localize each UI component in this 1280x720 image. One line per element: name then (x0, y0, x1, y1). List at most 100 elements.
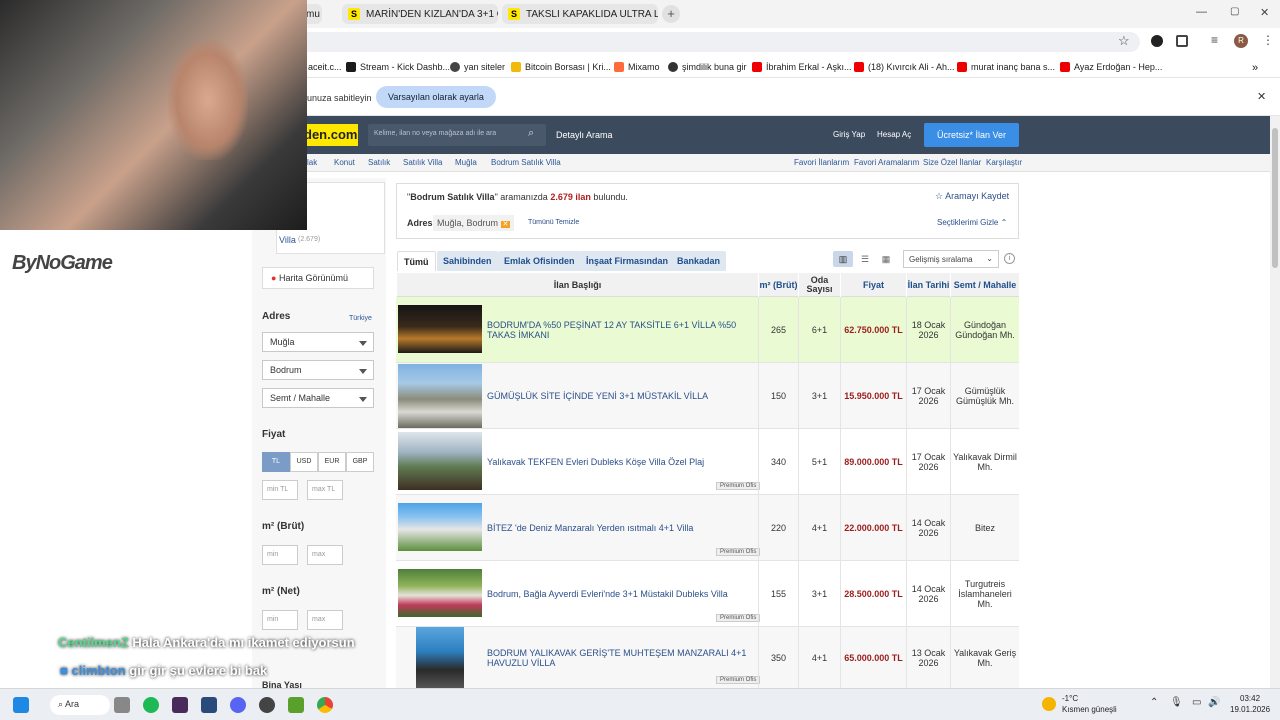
breadcrumb-item[interactable]: Satılık Villa (403, 158, 442, 167)
currency-tl[interactable]: TL (262, 452, 290, 472)
column-location[interactable]: Semt / Mahalle (950, 273, 1019, 297)
menu-icon[interactable]: ⋮ (1262, 33, 1274, 47)
windows-start-icon[interactable] (13, 697, 29, 713)
post-ad-button[interactable]: Ücretsiz* İlan Ver (924, 123, 1019, 147)
min-price-input[interactable]: min TL (262, 480, 298, 500)
puzzle-icon[interactable] (1176, 35, 1188, 47)
window-close-button[interactable]: ✕ (1260, 6, 1269, 19)
close-icon[interactable]: ✕ (500, 221, 511, 228)
browser-tab[interactable]: SMARİN'DEN KIZLAN'DA 3+1 Ö✕ (342, 4, 498, 24)
set-default-button[interactable]: Varsayılan olarak ayarla (376, 86, 496, 108)
bookmark[interactable]: Stream - Kick Dashb... (346, 62, 450, 72)
listing-thumbnail[interactable] (398, 432, 482, 490)
map-view-button[interactable]: ● Harita Görünümü (262, 267, 374, 289)
tab-agency[interactable]: Emlak Ofisinden (498, 251, 581, 271)
bookmark[interactable]: murat inanç bana s... (957, 62, 1055, 72)
bookmark[interactable]: Ayaz Erdoğan - Hep... (1060, 62, 1162, 72)
min-m2-gross-input[interactable]: min (262, 545, 298, 565)
grid-view-icon[interactable]: ▦ (878, 251, 894, 267)
page-scrollbar[interactable] (1270, 116, 1280, 688)
breadcrumb-item[interactable]: Konut (334, 158, 355, 167)
search-input[interactable]: Kelime, ilan no veya mağaza adı ile ara … (368, 124, 546, 146)
info-icon[interactable]: i (1004, 253, 1015, 264)
breadcrumb-item[interactable]: Bodrum Satılık Villa (491, 158, 561, 167)
save-search-button[interactable]: ☆ Aramayı Kaydet (935, 191, 1009, 202)
maximize-button[interactable]: ▢ (1230, 6, 1239, 17)
table-row[interactable]: BİTEZ 'de Deniz Manzaralı Yerden ısıtmal… (396, 495, 1019, 561)
column-m2[interactable]: m² (Brüt) (758, 273, 798, 297)
register-link[interactable]: Hesap Aç (877, 130, 911, 139)
listing-title[interactable]: GÜMÜŞLÜK SİTE İÇİNDE YENİ 3+1 MÜSTAKİL V… (487, 363, 757, 429)
bookmark[interactable]: şimdilik buna gir (668, 62, 747, 72)
table-row[interactable]: Yalıkavak TEKFEN Evleri Dubleks Köşe Vil… (396, 429, 1019, 495)
table-view-icon[interactable]: ☰ (857, 251, 873, 267)
close-icon[interactable]: ✕ (1257, 90, 1266, 103)
login-link[interactable]: Giriş Yap (833, 130, 865, 139)
column-rooms[interactable]: Oda Sayısı (798, 273, 840, 297)
bookmark[interactable]: İbrahim Erkal - Aşkı... (752, 62, 852, 72)
new-tab-button[interactable]: + (662, 5, 680, 23)
max-m2-gross-input[interactable]: max (307, 545, 343, 565)
breadcrumb-item[interactable]: lak (307, 158, 317, 167)
max-price-input[interactable]: max TL (307, 480, 343, 500)
app-icon[interactable] (288, 697, 304, 713)
column-title[interactable]: İlan Başlığı (396, 273, 758, 297)
chrome-icon[interactable] (317, 697, 333, 713)
neighborhood-select[interactable]: Semt / Mahalle (262, 388, 374, 408)
kick-icon[interactable] (172, 697, 188, 713)
bookmark[interactable]: Bitcoin Borsası | Kri... (511, 62, 611, 72)
bookmark[interactable]: aceit.c... (308, 62, 342, 72)
more-bookmarks-icon[interactable]: » (1252, 62, 1258, 74)
bookmark[interactable]: (18) Kıvırcık Ali - Ah... (854, 62, 955, 72)
task-view-icon[interactable] (114, 697, 130, 713)
microphone-icon[interactable]: 🎙 (1170, 697, 1183, 708)
taskbar-search[interactable]: ⌕ Ara (50, 695, 110, 715)
breadcrumb-item[interactable]: Satılık (368, 158, 390, 167)
star-icon[interactable]: ☆ (1118, 33, 1130, 49)
table-row[interactable]: BODRUM YALIKAVAK GERİŞ'TE MUHTEŞEM MANZA… (396, 627, 1019, 688)
currency-gbp[interactable]: GBP (346, 452, 374, 472)
tab-builder[interactable]: İnşaat Firmasından (580, 251, 675, 271)
district-select[interactable]: Bodrum (262, 360, 374, 380)
min-m2-net-input[interactable]: min (262, 610, 298, 630)
table-row[interactable]: Bodrum, Bağla Ayverdi Evleri'nde 3+1 Müs… (396, 561, 1019, 627)
column-date[interactable]: İlan Tarihi (906, 273, 950, 297)
app-icon[interactable] (201, 697, 217, 713)
profile-avatar[interactable]: R (1234, 34, 1248, 48)
compare-link[interactable]: Karşılaştır (986, 158, 1022, 167)
hide-selections-link[interactable]: Seçtiklerimi Gizle ⌃ (937, 218, 1007, 227)
special-listings-link[interactable]: Size Özel İlanlar (923, 158, 981, 167)
sort-select[interactable]: Gelişmiş sıralama ⌄ (903, 250, 999, 268)
detailed-search-link[interactable]: Detaylı Arama (556, 130, 613, 140)
city-select[interactable]: Muğla (262, 332, 374, 352)
tab-all[interactable]: Tümü (397, 251, 436, 271)
bookmark[interactable]: Mixamo (614, 62, 660, 72)
spotify-icon[interactable] (143, 697, 159, 713)
listing-title[interactable]: BODRUM'DA %50 PEŞİNAT 12 AY TAKSİTLE 6+1… (487, 297, 757, 363)
favorite-searches-link[interactable]: Favori Aramalarım (854, 158, 919, 167)
favorite-listings-link[interactable]: Favori İlanlarım (794, 158, 849, 167)
currency-eur[interactable]: EUR (318, 452, 346, 472)
tab-bank[interactable]: Bankadan (671, 251, 727, 271)
listing-thumbnail[interactable] (398, 569, 482, 617)
clear-all-link[interactable]: Tümünü Temizle (528, 219, 579, 226)
clock-time[interactable]: 03:42 (1240, 694, 1260, 703)
chevron-up-icon[interactable]: ⌃ (1150, 697, 1158, 708)
listing-thumbnail[interactable] (398, 503, 482, 551)
column-price[interactable]: Fiyat (840, 273, 906, 297)
max-m2-net-input[interactable]: max (307, 610, 343, 630)
tab-owner[interactable]: Sahibinden (437, 251, 498, 271)
browser-tab[interactable]: STAKSLI KAPAKLIDA ULTRA LÜKS✕ (502, 4, 658, 24)
listing-thumbnail[interactable] (416, 627, 464, 688)
bookmark[interactable]: yan siteler (450, 62, 505, 72)
reading-list-icon[interactable]: ≡ (1211, 33, 1218, 47)
search-icon[interactable]: ⌕ (528, 127, 534, 140)
active-filter-chip[interactable]: Muğla, Bodrum ✕ (433, 215, 515, 231)
breadcrumb-item[interactable]: Muğla (455, 158, 477, 167)
minimize-button[interactable]: — (1196, 6, 1207, 18)
speaker-icon[interactable]: 🔊 (1208, 697, 1220, 708)
table-row[interactable]: GÜMÜŞLÜK SİTE İÇİNDE YENİ 3+1 MÜSTAKİL V… (396, 363, 1019, 429)
scrollbar-thumb[interactable] (1272, 128, 1278, 268)
display-icon[interactable]: ▭ (1192, 697, 1201, 708)
country-link[interactable]: Türkiye (349, 315, 372, 322)
